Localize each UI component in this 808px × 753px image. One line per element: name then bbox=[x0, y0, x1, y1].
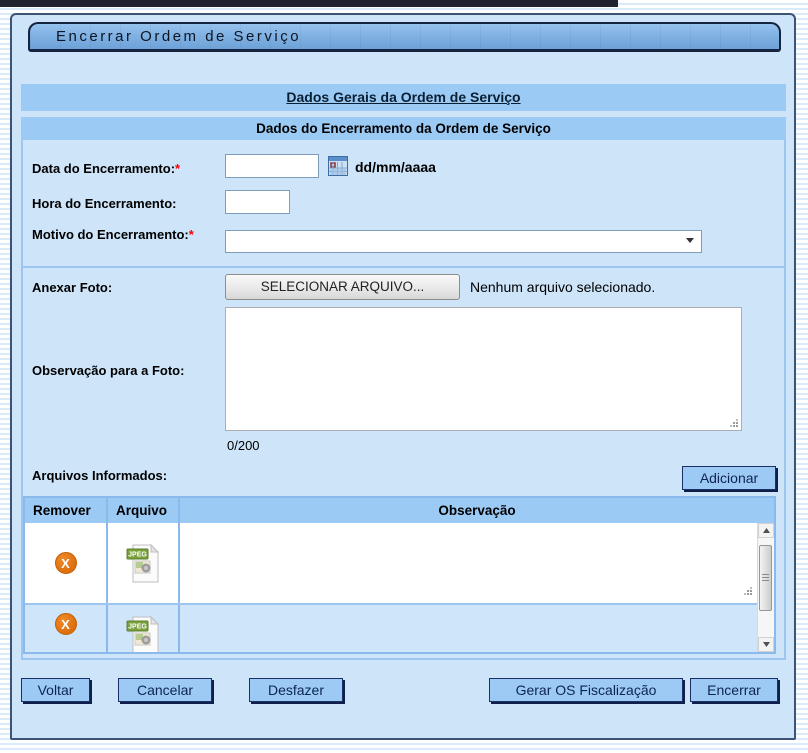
calendar-icon[interactable] bbox=[328, 156, 348, 176]
resize-grip-icon[interactable] bbox=[743, 586, 752, 595]
file-selected-status: Nenhum arquivo selecionado. bbox=[470, 279, 655, 295]
files-table: Remover Arquivo Observação X bbox=[23, 496, 776, 654]
scrollbar-down-icon[interactable] bbox=[758, 637, 774, 652]
col-header-observation: Observação bbox=[180, 498, 774, 523]
row-observation-textarea[interactable] bbox=[180, 523, 774, 603]
scrollbar-up-icon[interactable] bbox=[758, 523, 774, 538]
date-format-hint: dd/mm/aaaa bbox=[355, 159, 436, 175]
scrollbar-thumb[interactable] bbox=[759, 545, 772, 611]
back-button[interactable]: Voltar bbox=[21, 678, 90, 702]
char-counter: 0/200 bbox=[227, 438, 260, 453]
closure-time-label: Hora do Encerramento: bbox=[32, 195, 222, 213]
section-general-data-link[interactable]: Dados Gerais da Ordem de Serviço bbox=[286, 89, 520, 105]
closure-date-input[interactable] bbox=[225, 154, 319, 178]
closure-reason-label: Motivo do Encerramento:* bbox=[32, 226, 202, 244]
closure-reason-select[interactable] bbox=[225, 230, 702, 253]
form-divider bbox=[23, 266, 784, 268]
jpeg-file-icon[interactable]: JPEG bbox=[125, 613, 161, 654]
dropdown-arrow-icon bbox=[686, 238, 694, 243]
svg-text:JPEG: JPEG bbox=[128, 624, 147, 631]
table-scrollbar[interactable] bbox=[757, 523, 774, 652]
jpeg-file-icon[interactable]: JPEG bbox=[125, 541, 161, 585]
add-file-button[interactable]: Adicionar bbox=[682, 466, 776, 490]
required-asterisk: * bbox=[189, 227, 194, 242]
remove-file-icon[interactable]: X bbox=[55, 552, 77, 574]
files-table-header: Remover Arquivo Observação bbox=[25, 498, 774, 523]
closure-time-input[interactable] bbox=[225, 190, 290, 214]
section-closure-data-title: Dados do Encerramento da Ordem de Serviç… bbox=[256, 121, 551, 136]
table-row: X JPEG bbox=[25, 605, 774, 654]
top-dark-bar bbox=[0, 0, 618, 7]
photo-observation-label: Observação para a Foto: bbox=[32, 362, 224, 380]
row-observation-cell[interactable] bbox=[180, 605, 774, 654]
closure-date-label: Data do Encerramento:* bbox=[32, 160, 222, 178]
resize-grip-icon[interactable] bbox=[729, 418, 738, 427]
select-file-button[interactable]: SELECIONAR ARQUIVO... bbox=[225, 274, 460, 300]
remove-file-icon[interactable]: X bbox=[55, 613, 77, 635]
photo-observation-textarea[interactable] bbox=[225, 307, 742, 431]
page-title: Encerrar Ordem de Serviço bbox=[56, 28, 301, 45]
page-title-tab: Encerrar Ordem de Serviço bbox=[28, 22, 781, 52]
required-asterisk: * bbox=[175, 161, 180, 176]
svg-text:JPEG: JPEG bbox=[128, 552, 147, 559]
files-informed-label: Arquivos Informados: bbox=[32, 468, 167, 483]
col-header-remove: Remover bbox=[25, 498, 108, 523]
table-row: X JPEG bbox=[25, 523, 774, 605]
footer-button-bar: Voltar Cancelar Desfazer Gerar OS Fiscal… bbox=[0, 678, 808, 704]
col-header-file: Arquivo bbox=[108, 498, 180, 523]
closure-form: Data do Encerramento:* dd/mm/aaaa Hora d… bbox=[21, 140, 786, 660]
cancel-button[interactable]: Cancelar bbox=[118, 678, 212, 702]
section-general-data-bar[interactable]: Dados Gerais da Ordem de Serviço bbox=[21, 84, 786, 111]
screen: Encerrar Ordem de Serviço Dados Gerais d… bbox=[0, 0, 808, 753]
attach-photo-label: Anexar Foto: bbox=[32, 279, 222, 297]
generate-inspection-os-button[interactable]: Gerar OS Fiscalização bbox=[489, 678, 683, 702]
undo-button[interactable]: Desfazer bbox=[249, 678, 343, 702]
section-closure-data-bar: Dados do Encerramento da Ordem de Serviç… bbox=[21, 117, 786, 140]
close-os-button[interactable]: Encerrar bbox=[690, 678, 778, 702]
